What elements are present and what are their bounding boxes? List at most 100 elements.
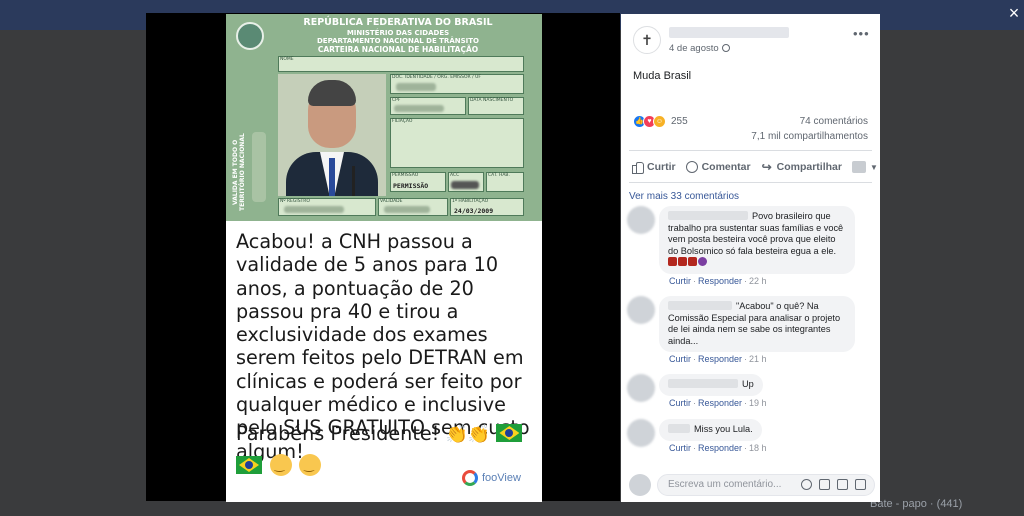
redacted-cpf: [394, 105, 444, 112]
comment-bubble: Up: [659, 374, 763, 396]
camera-icon[interactable]: [819, 479, 830, 490]
like-label: Curtir: [647, 161, 676, 173]
label-primeira-habilitacao: 1ª HABILITAÇÃO: [452, 199, 489, 204]
label-permissao: PERMISSÃO: [392, 173, 419, 178]
commenter-avatar[interactable]: [627, 206, 655, 234]
license-ministry: MINISTÉRIO DAS CIDADES: [346, 29, 450, 37]
comment-reply-link[interactable]: Responder: [698, 354, 742, 364]
comment-reply-link[interactable]: Responder: [698, 398, 742, 408]
write-comment-input[interactable]: Escreva um comentário...: [657, 474, 875, 496]
watermark-text: fooView: [482, 472, 521, 484]
view-more-comments-link[interactable]: Ver mais 33 comentários: [629, 191, 739, 202]
devil-emoji-icon: [688, 257, 697, 266]
commenter-name-redacted[interactable]: [668, 424, 690, 433]
license-title: REPÚBLICA FEDERATIVA DO BRASIL: [303, 17, 493, 28]
comment-like-link[interactable]: Curtir: [669, 443, 691, 453]
comment-bubble: Miss you Lula.: [659, 419, 762, 441]
commenter-avatar[interactable]: [627, 296, 655, 324]
comment-bubble: Povo brasileiro que trabalho pra sustent…: [659, 206, 855, 274]
field-filiacao: [390, 118, 524, 168]
divider: [629, 182, 872, 183]
post-image[interactable]: REPÚBLICA FEDERATIVA DO BRASIL MINISTÉRI…: [226, 14, 542, 502]
comment-bubble: "Acabou" o quê? Na Comissão Especial par…: [659, 296, 855, 352]
redacted-validade: [384, 206, 430, 213]
redacted-doc: [396, 83, 436, 91]
write-comment-placeholder: Escreva um comentário...: [668, 479, 782, 490]
comment-button[interactable]: Comentar: [685, 161, 751, 173]
share-label: Compartilhar: [776, 161, 842, 173]
clapping-hands-icon: 👏👏: [445, 424, 491, 445]
comment-text: Miss you Lula.: [694, 424, 753, 434]
license-card: REPÚBLICA FEDERATIVA DO BRASIL MINISTÉRI…: [226, 14, 542, 221]
comment-label: Comentar: [701, 161, 751, 173]
comment-time[interactable]: 19 h: [749, 398, 767, 408]
redacted-acc: [451, 181, 479, 189]
comment-input-tools: [801, 479, 866, 490]
post-actions: Curtir Comentar ↪ Compartilhar ▼: [631, 158, 878, 176]
haha-reaction-icon: ☺: [653, 115, 666, 128]
post-date-text[interactable]: 4 de agosto: [669, 43, 719, 54]
label-nome: NOME: [280, 57, 294, 62]
label-registro: Nº REGISTRO: [280, 199, 310, 204]
comment-meta: Curtir · Responder · 21 h: [669, 354, 767, 364]
gif-icon[interactable]: [837, 479, 848, 490]
comment-reply-link[interactable]: Responder: [698, 276, 742, 286]
commenter-name-redacted[interactable]: [668, 301, 732, 310]
comment-time[interactable]: 21 h: [749, 354, 767, 364]
comment-like-link[interactable]: Curtir: [669, 398, 691, 408]
redacted-side: [252, 132, 266, 202]
photo-tie: [329, 158, 335, 196]
label-cat: CAT. HAB.: [488, 173, 510, 178]
chevron-down-icon: ▼: [869, 162, 878, 172]
license-department: DEPARTAMENTO NACIONAL DE TRÂNSITO: [317, 37, 479, 45]
watermark: fooView: [462, 470, 521, 486]
current-user-avatar: [629, 474, 651, 496]
relieved-face-icon: [269, 454, 292, 476]
comment-meta: Curtir · Responder · 22 h: [669, 276, 767, 286]
more-options-icon[interactable]: •••: [853, 26, 870, 41]
label-validade: VALIDADE: [380, 199, 403, 204]
shares-count[interactable]: 7,1 mil compartilhamentos: [751, 131, 868, 142]
close-icon[interactable]: ×: [1006, 4, 1022, 22]
brazil-flag-icon: [236, 456, 262, 474]
page-name-redacted[interactable]: [669, 27, 789, 38]
comment-like-link[interactable]: Curtir: [669, 354, 691, 364]
comment-time[interactable]: 22 h: [749, 276, 767, 286]
comments-count[interactable]: 74 comentários: [800, 116, 868, 127]
like-button[interactable]: Curtir: [631, 161, 676, 174]
share-button[interactable]: ↪ Compartilhar: [761, 161, 842, 173]
label-nascimento: DATA NASCIMENTO: [470, 98, 514, 103]
audience-selector[interactable]: ▼: [851, 161, 878, 173]
sticker-icon[interactable]: [855, 479, 866, 490]
relieved-face-icon: [299, 454, 322, 476]
license-side-label: VÁLIDA EM TODO O TERRITÓRIO NACIONAL: [232, 133, 246, 211]
devil-emoji-icon: [678, 257, 687, 266]
comment-meta: Curtir · Responder · 19 h: [669, 398, 767, 408]
page-avatar[interactable]: ✝: [633, 26, 661, 54]
reactions-summary[interactable]: 👍 ♥ ☺ 255: [633, 115, 688, 128]
commenter-avatar[interactable]: [627, 419, 655, 447]
chat-bar-label[interactable]: Bate - papo · (441): [870, 498, 962, 510]
commenter-name-redacted[interactable]: [668, 379, 738, 388]
emoji-icon[interactable]: [801, 479, 812, 490]
license-type: CARTEIRA NACIONAL DE HABILITAÇÃO: [317, 45, 479, 54]
reaction-count: 255: [671, 116, 688, 127]
comment-reply-link[interactable]: Responder: [698, 443, 742, 453]
devil-emoji-icon: [668, 257, 677, 266]
comment-like-link[interactable]: Curtir: [669, 276, 691, 286]
audience-avatar-icon: [851, 161, 866, 173]
post-side-panel: ✝ 4 de agosto ••• Muda Brasil 👍 ♥ ☺ 255 …: [621, 14, 880, 502]
globe-icon: [721, 44, 730, 52]
image-caption-congrats: Parabéns Presidente! 👏👏: [236, 422, 524, 445]
comment-icon: [685, 161, 698, 173]
photo-hair: [308, 80, 356, 106]
comment-time[interactable]: 18 h: [749, 443, 767, 453]
post-date[interactable]: 4 de agosto: [669, 43, 730, 54]
commenter-avatar[interactable]: [627, 374, 655, 402]
label-filiacao: FILIAÇÃO: [392, 119, 413, 124]
commenter-name-redacted[interactable]: [668, 211, 748, 220]
coat-of-arms-icon: [236, 22, 264, 50]
divider: [629, 150, 872, 151]
license-photo: [278, 74, 386, 196]
label-doc: DOC. IDENTIDADE / ÓRG. EMISSOR / UF: [392, 75, 481, 80]
